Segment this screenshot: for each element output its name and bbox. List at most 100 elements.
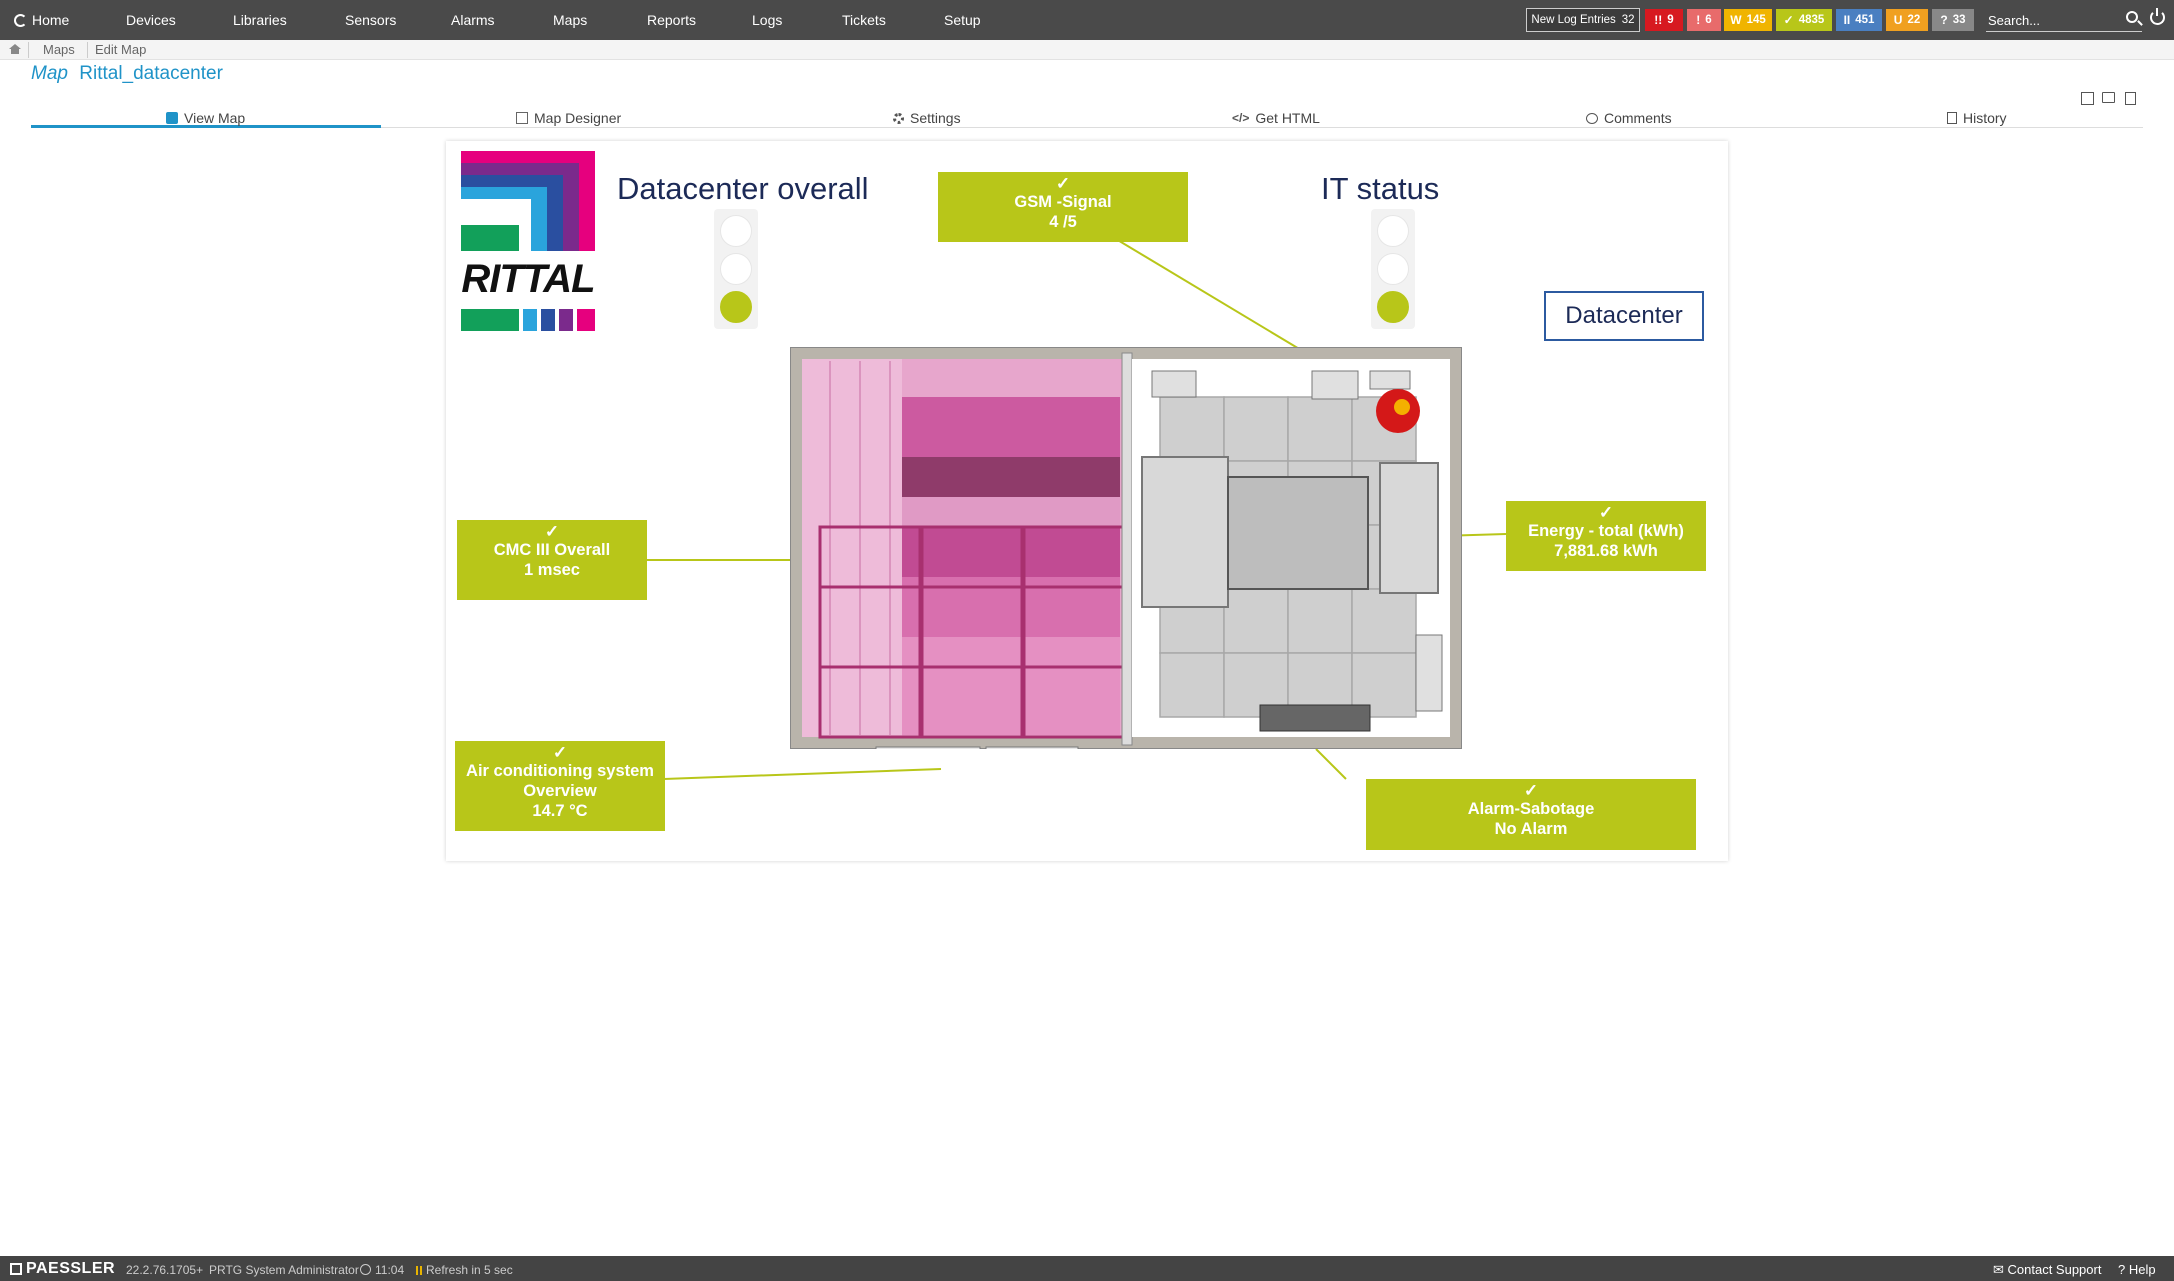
nav-alarms[interactable]: Alarms [451, 12, 495, 28]
badge-up-count: 4835 [1798, 14, 1825, 26]
contact-support-link[interactable]: ✉ Contact Support [1993, 1262, 2101, 1278]
prtg-home-icon [14, 13, 27, 27]
add-report-icon[interactable] [2081, 92, 2094, 105]
gear-icon [893, 112, 904, 124]
sensor-gsm-signal[interactable]: ✓ GSM -Signal 4 /5 [938, 172, 1188, 242]
email-icon[interactable] [2102, 92, 2115, 103]
footer-refresh[interactable]: Refresh in 5 sec [416, 1263, 513, 1277]
page-title-label: Map [31, 63, 68, 84]
comment-icon [1586, 112, 1598, 124]
tab-view-map[interactable]: View Map [166, 110, 245, 126]
sensor-cmc-value: 1 msec [524, 561, 580, 579]
warning-icon: ! [1696, 13, 1701, 27]
new-log-entries-button[interactable]: New Log Entries 32 [1526, 8, 1640, 32]
delete-icon[interactable] [2125, 92, 2136, 105]
tab-comments-label: Comments [1604, 110, 1672, 126]
status-badge-down[interactable]: !! 9 [1645, 9, 1683, 31]
badge-down-count: 9 [1667, 14, 1674, 26]
map-designer-icon [516, 112, 528, 124]
breadcrumb-separator [87, 42, 88, 58]
code-icon: </> [1232, 111, 1250, 125]
tab-map-designer-label: Map Designer [534, 110, 622, 126]
breadcrumb-separator [28, 42, 29, 58]
contact-support-label: Contact Support [2007, 1262, 2102, 1277]
page-title: Map Rittal_datacenter [31, 63, 223, 85]
footer-user[interactable]: PRTG System Administrator [209, 1263, 359, 1277]
sensor-gsm-name: GSM -Signal [1014, 193, 1112, 211]
footer-time: 11:04 [375, 1263, 405, 1277]
nav-devices[interactable]: Devices [126, 12, 176, 28]
nav-sensors[interactable]: Sensors [345, 12, 396, 28]
paessler-mark-icon [10, 1263, 22, 1275]
badge-warning-count: 145 [1746, 14, 1766, 26]
tab-history[interactable]: History [1947, 110, 2007, 126]
sensor-air-conditioning[interactable]: ✓ Air conditioning system Overview 14.7 … [455, 741, 665, 831]
nav-reports[interactable]: Reports [647, 12, 696, 28]
pause-refresh-icon [416, 1266, 422, 1275]
sensor-alarm-sabotage[interactable]: ✓ Alarm-Sabotage No Alarm [1366, 779, 1696, 850]
datacenter-overall-title: Datacenter overall [617, 171, 869, 206]
nav-home[interactable]: Home [14, 12, 69, 28]
status-badge-paused[interactable]: II 451 [1836, 9, 1882, 31]
it-status-title: IT status [1321, 171, 1440, 206]
datacenter-link-box[interactable]: Datacenter [1544, 291, 1704, 341]
status-ok-check-icon: ✓ [1055, 174, 1071, 193]
tab-settings[interactable]: Settings [893, 110, 961, 126]
breadcrumb-home-icon[interactable] [9, 44, 21, 54]
badge-unknown-count: 33 [1952, 14, 1966, 26]
tab-history-label: History [1963, 110, 2007, 126]
logout-power-icon[interactable] [2150, 8, 2165, 25]
breadcrumb-maps[interactable]: Maps [43, 42, 75, 57]
status-badge-unknown[interactable]: ? 33 [1932, 9, 1974, 31]
status-badge-unusual[interactable]: U 22 [1886, 9, 1928, 31]
w-icon: W [1730, 13, 1742, 27]
tab-comments[interactable]: Comments [1586, 110, 1672, 126]
footer-version: 22.2.76.1705+ [126, 1263, 204, 1277]
badge-paused-count: 451 [1855, 14, 1875, 26]
traffic-lamp-green [1377, 291, 1409, 323]
traffic-lamp-yellow [1377, 253, 1409, 285]
status-badge-down-ack[interactable]: ! 6 [1687, 9, 1721, 31]
help-link[interactable]: ? Help [2118, 1262, 2156, 1277]
breadcrumb: Maps Edit Map [0, 40, 2174, 60]
it-status-traffic-light[interactable] [1371, 209, 1415, 329]
nav-libraries[interactable]: Libraries [233, 12, 287, 28]
sensor-energy-total[interactable]: ✓ Energy - total (kWh) 7,881.68 kWh [1506, 501, 1706, 571]
traffic-lamp-green [720, 291, 752, 323]
nav-logs[interactable]: Logs [752, 12, 782, 28]
down-icon: !! [1654, 13, 1663, 27]
footer-clock: 11:04 [360, 1263, 404, 1277]
tab-get-html[interactable]: </> Get HTML [1232, 110, 1320, 126]
tab-settings-label: Settings [910, 110, 961, 126]
sensor-alarm-value: No Alarm [1494, 820, 1568, 838]
paessler-brand-text: PAESSLER [26, 1260, 116, 1277]
sensor-air-name-2: Overview [523, 782, 597, 800]
unusual-icon: U [1893, 13, 1903, 27]
status-ok-check-icon: ✓ [1598, 503, 1614, 522]
tab-map-designer[interactable]: Map Designer [516, 110, 621, 126]
nav-tickets[interactable]: Tickets [842, 12, 886, 28]
view-map-icon [166, 112, 178, 124]
traffic-lamp-red [720, 215, 752, 247]
nav-home-label: Home [32, 12, 70, 28]
breadcrumb-edit-map[interactable]: Edit Map [95, 42, 146, 57]
pause-icon: II [1843, 13, 1851, 27]
status-badge-up[interactable]: ✓ 4835 [1776, 9, 1832, 31]
status-badge-warning[interactable]: W 145 [1724, 9, 1772, 31]
badge-down-ack-count: 6 [1705, 14, 1712, 26]
nav-setup[interactable]: Setup [944, 12, 981, 28]
badge-unusual-count: 22 [1907, 14, 1921, 26]
search-icon[interactable] [2126, 11, 2138, 23]
status-ok-check-icon: ✓ [552, 743, 568, 762]
check-icon: ✓ [1783, 13, 1794, 27]
new-log-entries-count: 32 [1621, 14, 1635, 26]
paessler-logo[interactable]: PAESSLER [10, 1260, 115, 1278]
page-title-name: Rittal_datacenter [79, 63, 223, 84]
datacenter-overall-traffic-light[interactable] [714, 209, 758, 329]
sensor-cmc-iii-overall[interactable]: ✓ CMC III Overall 1 msec [457, 520, 647, 600]
footer-bar: PAESSLER 22.2.76.1705+ PRTG System Admin… [0, 1256, 2174, 1281]
search-input[interactable]: Search... [1986, 10, 2142, 32]
sensor-cmc-name: CMC III Overall [493, 541, 611, 559]
nav-maps[interactable]: Maps [553, 12, 587, 28]
question-icon: ? [1940, 13, 1948, 27]
